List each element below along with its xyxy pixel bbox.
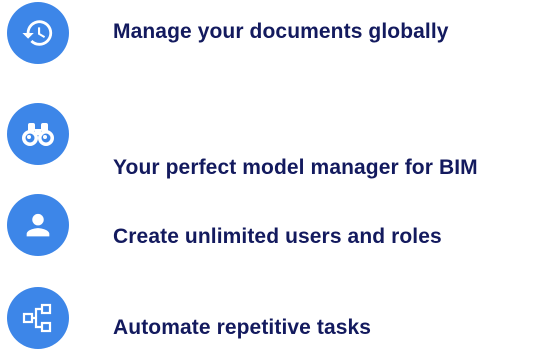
feature-item-documents: Manage your documents globally (5, 2, 545, 72)
feature-label: Automate repetitive tasks (113, 316, 372, 339)
feature-item-automation: Automate repetitive tasks (5, 287, 545, 357)
history-icon (7, 2, 69, 64)
feature-label: Create unlimited users and roles (113, 225, 442, 248)
feature-item-users: Create unlimited users and roles (5, 194, 545, 264)
binoculars-icon (7, 103, 69, 165)
feature-item-model-manager: Your perfect model manager for BIM (5, 103, 545, 179)
feature-label: Manage your documents globally (113, 20, 449, 43)
workflow-icon (7, 287, 69, 349)
feature-list: Manage your documents globally Your perf… (0, 0, 549, 356)
user-icon (7, 194, 69, 256)
feature-label: Your perfect model manager for BIM (113, 156, 478, 179)
